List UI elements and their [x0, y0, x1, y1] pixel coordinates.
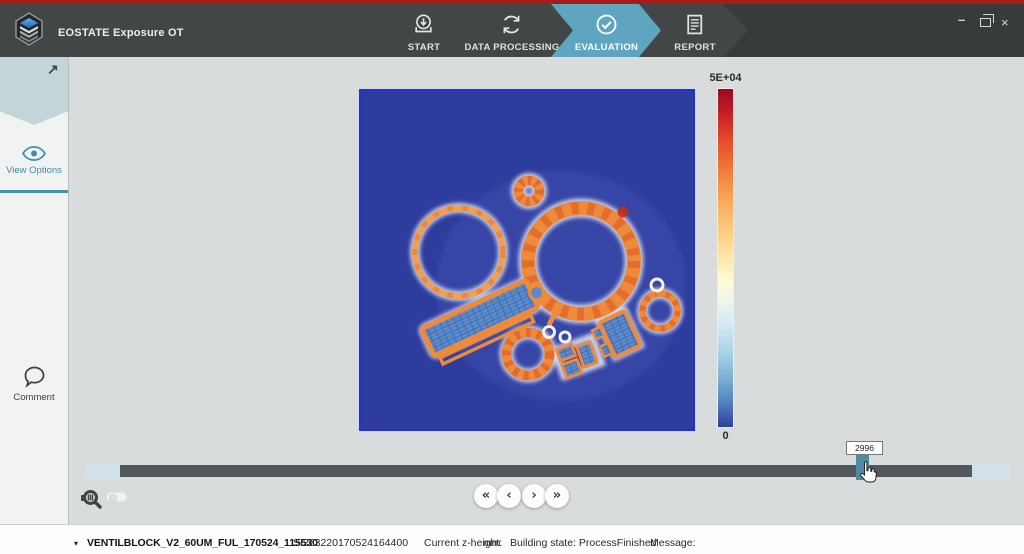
sidebar: ↗ View Options Comment: [0, 57, 68, 524]
last-layer-button[interactable]: »: [545, 484, 569, 508]
layer-slider-range: [120, 465, 972, 477]
previous-layer-button[interactable]: ‹: [497, 484, 521, 508]
sidebar-item-view-options[interactable]: View Options: [0, 57, 68, 207]
nav-step-label: REPORT: [660, 42, 730, 53]
colorbar: [717, 88, 734, 428]
title-bar: EOSTATE Exposure OT START DATA PROCESSIN…: [0, 4, 1024, 57]
job-name[interactable]: VENTILBLOCK_V2_60UM_FUL_170524_115530: [87, 537, 318, 549]
restore-button[interactable]: [980, 18, 991, 27]
slider-zoom-toggle[interactable]: [106, 492, 127, 502]
nav-step-start[interactable]: START: [394, 4, 454, 57]
close-button[interactable]: ×: [1001, 15, 1009, 30]
sidebar-item-label: Comment: [0, 392, 68, 403]
nav-step-report[interactable]: REPORT: [660, 4, 730, 57]
eye-icon: [21, 145, 47, 162]
z-height-unit: mm: [483, 537, 501, 549]
exposure-map-canvas: [359, 89, 695, 431]
report-icon: [683, 13, 706, 36]
download-icon: [412, 13, 435, 36]
message-label: Message:: [650, 537, 696, 549]
first-layer-button[interactable]: «: [474, 484, 498, 508]
nav-step-label: DATA PROCESSING: [462, 42, 562, 53]
layer-slider-tooltip: 2996: [846, 441, 883, 455]
layer-zoom-button[interactable]: [80, 487, 105, 515]
colorbar-min-label: 0: [717, 430, 734, 442]
magnifier-icon: [80, 487, 105, 512]
minimize-button[interactable]: –: [958, 12, 965, 27]
colorbar-max-label: 5E+04: [698, 72, 753, 84]
status-bar: ▾ VENTILBLOCK_V2_60UM_FUL_170524_115530 …: [0, 524, 1024, 554]
sidebar-item-comment[interactable]: Comment: [0, 207, 68, 287]
next-layer-button[interactable]: ›: [522, 484, 546, 508]
check-circle-icon: [595, 13, 618, 36]
comment-icon: [23, 366, 46, 388]
app-title: EOSTATE Exposure OT: [58, 27, 184, 39]
job-dropdown-caret-icon[interactable]: ▾: [74, 539, 78, 548]
sidebar-item-label: View Options: [0, 165, 68, 176]
job-serial: SI263220170524164400: [293, 537, 408, 549]
eostate-logo-icon: [14, 12, 44, 46]
nav-step-data-processing[interactable]: DATA PROCESSING: [462, 4, 562, 57]
sidebar-border: [68, 57, 69, 524]
nav-step-label: START: [394, 42, 454, 53]
sidebar-divider: [0, 190, 68, 193]
exposure-map-image: [361, 91, 693, 429]
sync-icon: [500, 13, 523, 36]
building-state: Building state: ProcessFinished: [510, 537, 657, 549]
